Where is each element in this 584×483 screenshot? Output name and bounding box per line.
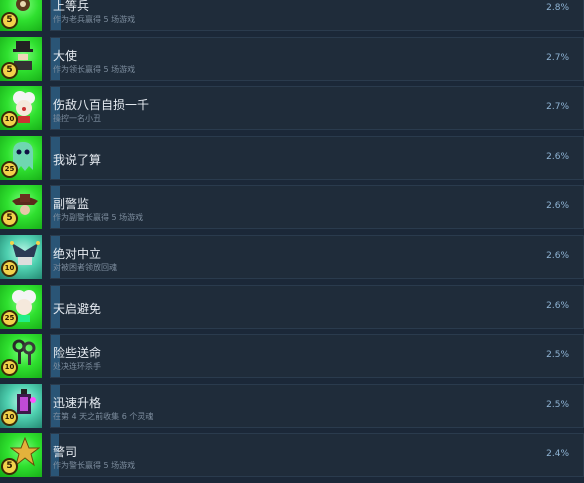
progress-bar: 上等兵作为老兵赢得 5 场游戏 2.8% [50,0,584,31]
achievement-icon: 10 [0,383,42,428]
achievement-icon: 10 [0,86,42,131]
achievement-name: 大使 [53,48,78,63]
progress-bar: 天启避免 2.6% [50,284,584,329]
unlock-percentage: 2.6% [546,300,569,311]
achievement-icon: 5 [0,433,42,478]
achievement-description: 作为警长赢得 5 场游戏 [53,461,136,471]
achievement-name: 警司 [53,445,78,460]
unlock-percentage: 2.7% [546,102,569,113]
unlock-percentage: 2.6% [546,250,569,261]
achievement-icon: 25 [0,135,42,180]
achievement-name: 我说了算 [53,152,102,167]
achievement-row[interactable]: 5 大使 作为领长赢得 5 场游戏 2.7% [0,36,584,81]
achievement-row[interactable]: 10 险些送命 处决连环杀手 2.5% [0,334,584,379]
achievement-icon: 25 [0,284,42,329]
progress-bar: 警司 作为警长赢得 5 场游戏 2.4% [50,433,584,478]
achievement-icon: 5 [0,185,42,230]
achievement-description: 对被困者领放回魂 [53,262,117,272]
achievement-description: 作为老兵赢得 5 场游戏 [53,15,136,24]
points-badge: 25 [1,309,18,327]
achievement-row[interactable]: 10 伤敌八百自损一千 操控一名小丑 2.7% [0,86,584,131]
achievement-row[interactable]: 5 警司 作为警长赢得 5 场游戏 2.4% [0,433,584,478]
points-badge: 10 [1,259,18,277]
progress-bar: 迅速升格 在第 4 天之前收集 6 个灵魂 2.5% [50,383,584,428]
points-badge: 10 [1,359,18,377]
achievement-icon: 5 [0,0,42,31]
achievement-description: 操控一名小丑 [53,114,101,124]
achievement-name: 迅速升格 [53,395,102,410]
unlock-percentage: 2.6% [546,201,569,212]
achievement-name: 天启避免 [53,301,102,316]
progress-bar: 大使 作为领长赢得 5 场游戏 2.7% [50,36,584,81]
unlock-percentage: 2.4% [546,449,569,460]
achievement-row[interactable]: 5 副警监 作为副警长赢得 5 场游戏 2.6% [0,185,584,230]
achievement-name: 绝对中立 [53,246,102,261]
achievement-name: 副警监 [53,197,90,212]
progress-bar: 绝对中立 对被困者领放回魂 2.6% [50,234,584,279]
achievement-name: 伤敌八百自损一千 [53,98,150,113]
achievement-name: 险些送命 [53,346,102,361]
achievement-icon: 10 [0,334,42,379]
achievement-row[interactable]: 10 迅速升格 在第 4 天之前收集 6 个灵魂 2.5% [0,383,584,428]
points-badge: 25 [1,160,18,178]
points-badge: 10 [1,408,18,426]
progress-bar: 我说了算 2.6% [50,135,584,180]
achievement-name: 上等兵 [53,0,90,13]
achievement-row[interactable]: 5 上等兵作为老兵赢得 5 场游戏 2.8% [0,0,584,31]
achievement-row[interactable]: 10 绝对中立 对被困者领放回魂 2.6% [0,234,584,279]
achievement-row[interactable]: 25 我说了算 2.6% [0,135,584,180]
achievement-list: 5 上等兵 作为老兵赢得 5 场游戏 2.8% 5 大使 作为领长赢得 5 场游戏 2.7% 1… [0,0,584,483]
unlock-percentage: 2.7% [546,52,569,63]
points-badge: 5 [1,210,18,228]
achievement-row[interactable]: 25 天启避免 2.6% [0,284,584,329]
unlock-percentage: 2.5% [546,399,569,410]
points-badge: 5 [1,458,18,476]
achievement-description: 作为副警长赢得 5 场游戏 [53,213,144,223]
points-badge: 5 [1,12,18,29]
points-badge: 5 [1,61,18,79]
unlock-percentage: 2.6% [546,151,569,162]
achievement-description: 作为领长赢得 5 场游戏 [53,64,136,74]
achievement-description: 在第 4 天之前收集 6 个灵魂 [53,411,154,421]
progress-bar: 险些送命 处决连环杀手 2.5% [50,334,584,379]
achievement-description: 处决连环杀手 [53,362,101,372]
achievement-icon: 10 [0,234,42,279]
achievement-icon: 5 [0,36,42,81]
unlock-percentage: 2.8% [546,3,569,13]
progress-bar: 副警监 作为副警长赢得 5 场游戏 2.6% [50,185,584,230]
progress-bar: 伤敌八百自损一千 操控一名小丑 2.7% [50,86,584,131]
unlock-percentage: 2.5% [546,350,569,361]
